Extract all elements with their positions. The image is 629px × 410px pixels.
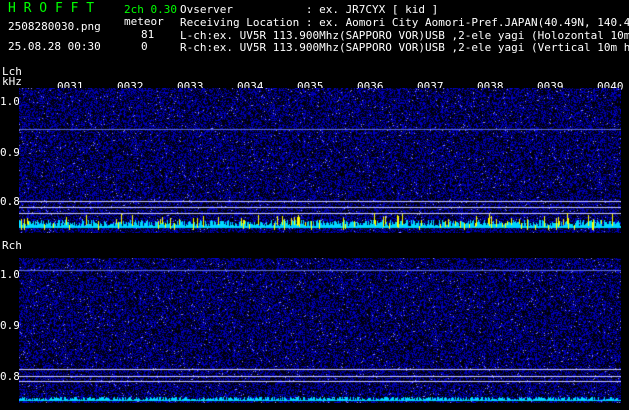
rch-spectrogram — [19, 258, 621, 403]
observer-info: Ovserver : ex. JR7CYX [ kid ] — [180, 3, 439, 16]
lch-freq-tick: 0.9 — [0, 146, 20, 159]
location-info: Receiving Location : ex. Aomori City Aom… — [180, 16, 629, 29]
observation-datetime: 25.08.28 00:30 — [8, 40, 101, 53]
rch-freq-tick: 1.0 — [0, 268, 20, 281]
rch-freq-tick: 0.8 — [0, 370, 20, 383]
hroft-window: H R O F F T 2ch 0.30 2508280030.png mete… — [0, 0, 629, 410]
rch-meteor-count: 0 — [141, 40, 148, 53]
lch-freq-tick: 0.8 — [0, 195, 20, 208]
meteor-count-label: meteor — [124, 15, 164, 28]
rch-label: Rch — [2, 239, 22, 252]
rch-freq-tick: 0.9 — [0, 319, 20, 332]
rch-receiver-info: R-ch:ex. UV5R 113.900Mhz(SAPPORO VOR)USB… — [180, 41, 629, 54]
image-filename: 2508280030.png — [8, 20, 101, 33]
lch-freq-tick: 1.0 — [0, 95, 20, 108]
lch-spectrogram — [19, 88, 621, 233]
frequency-unit-label: kHz — [2, 75, 22, 88]
app-brand: H R O F F T — [8, 1, 95, 16]
